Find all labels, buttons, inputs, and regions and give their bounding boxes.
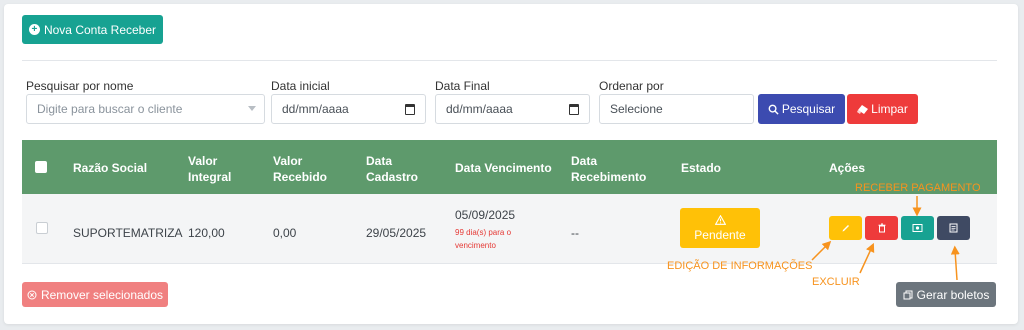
clear-button[interactable]: Limpar <box>847 94 918 124</box>
calendar-icon[interactable] <box>405 104 415 115</box>
order-by-label: Ordenar por <box>599 79 664 93</box>
header-acoes: Ações <box>829 161 866 175</box>
new-receivable-label: Nova Conta Receber <box>43 22 157 37</box>
clear-button-label: Limpar <box>871 102 908 116</box>
copy-icon <box>903 290 913 299</box>
eraser-icon <box>857 104 869 114</box>
cell-valor-integral: 120,00 <box>188 226 225 240</box>
document-icon <box>949 223 958 233</box>
generate-boletos-label: Gerar boletos <box>916 287 990 302</box>
header-estado: Estado <box>681 161 722 175</box>
chevron-down-icon <box>248 106 256 111</box>
divider <box>22 60 997 61</box>
pencil-icon <box>842 225 849 232</box>
status-label: Pendente <box>694 227 746 242</box>
search-icon <box>768 104 779 115</box>
end-date-label: Data Final <box>435 79 490 93</box>
annotation-receber-pagamento: RECEBER PAGAMENTO <box>855 182 981 194</box>
remove-selected-label: Remover selecionados <box>40 287 164 302</box>
trash-icon <box>878 223 885 233</box>
table-row: SUPORTEMATRIZA 120,00 0,00 29/05/2025 05… <box>22 194 997 264</box>
header-valor-recebido-l2: Recebido <box>273 170 328 184</box>
due-note-line2: vencimento <box>455 241 496 250</box>
end-date-value: dd/mm/aaaa <box>446 102 513 116</box>
edit-button[interactable] <box>829 216 862 240</box>
annotation-excluir: EXCLUIR <box>812 276 860 288</box>
header-data-vencimento: Data Vencimento <box>455 161 552 175</box>
header-data-recebimento: Data Recebimento <box>571 153 646 185</box>
start-date-value: dd/mm/aaaa <box>282 102 349 116</box>
header-valor-integral-l1: Valor <box>188 154 218 168</box>
x-circle-icon <box>27 290 37 299</box>
plus-circle-icon: + <box>28 24 40 35</box>
calendar-icon[interactable] <box>569 104 579 115</box>
generate-boletos-button[interactable]: Gerar boletos <box>896 282 996 307</box>
annotation-edicao-informacoes: EDIÇÃO DE INFORMAÇÕES <box>667 260 813 272</box>
receive-payment-button[interactable] <box>901 216 934 240</box>
new-receivable-button[interactable]: + Nova Conta Receber <box>22 15 163 44</box>
status-badge: Pendente <box>680 208 760 248</box>
header-valor-integral-l2: Integral <box>188 170 232 184</box>
header-data-recebimento-l2: Recebimento <box>571 170 647 184</box>
search-button[interactable]: Pesquisar <box>758 94 845 124</box>
header-data-cadastro-l1: Data <box>366 154 393 168</box>
order-by-select[interactable]: Selecione <box>599 94 754 124</box>
client-search-placeholder: Digite para buscar o cliente <box>37 102 183 116</box>
name-filter-label: Pesquisar por nome <box>26 79 134 93</box>
header-razao-social: Razão Social <box>73 161 148 175</box>
order-by-value: Selecione <box>610 102 663 116</box>
delete-button[interactable] <box>865 216 898 240</box>
header-valor-integral: Valor Integral <box>188 153 231 185</box>
client-search-select[interactable]: Digite para buscar o cliente <box>26 94 265 124</box>
table-header: Razão Social Valor Integral Valor Recebi… <box>22 140 997 194</box>
cell-data-recebimento: -- <box>571 226 579 240</box>
header-data-recebimento-l1: Data <box>571 154 598 168</box>
boleto-button[interactable] <box>937 216 970 240</box>
cell-razao-social: SUPORTEMATRIZA <box>73 226 183 240</box>
due-note-line1: 99 dia(s) para o <box>455 228 512 237</box>
remove-selected-button[interactable]: Remover selecionados <box>22 282 168 307</box>
cell-valor-recebido: 0,00 <box>273 226 297 240</box>
select-all-checkbox[interactable] <box>35 161 47 173</box>
warning-icon <box>714 214 726 225</box>
cell-data-vencimento: 05/09/2025 99 dia(s) para o vencimento <box>455 208 515 252</box>
cash-icon <box>912 224 923 232</box>
start-date-label: Data inicial <box>271 79 330 93</box>
header-data-cadastro-l2: Cadastro <box>366 170 419 184</box>
end-date-input[interactable]: dd/mm/aaaa <box>435 94 590 124</box>
search-button-label: Pesquisar <box>781 102 836 116</box>
row-checkbox[interactable] <box>36 222 48 234</box>
header-valor-recebido-l1: Valor <box>273 154 303 168</box>
header-data-cadastro: Data Cadastro <box>366 153 418 185</box>
due-date: 05/09/2025 <box>455 208 516 222</box>
start-date-input[interactable]: dd/mm/aaaa <box>271 94 426 124</box>
header-valor-recebido: Valor Recebido <box>273 153 327 185</box>
cell-data-cadastro: 29/05/2025 <box>366 226 427 240</box>
